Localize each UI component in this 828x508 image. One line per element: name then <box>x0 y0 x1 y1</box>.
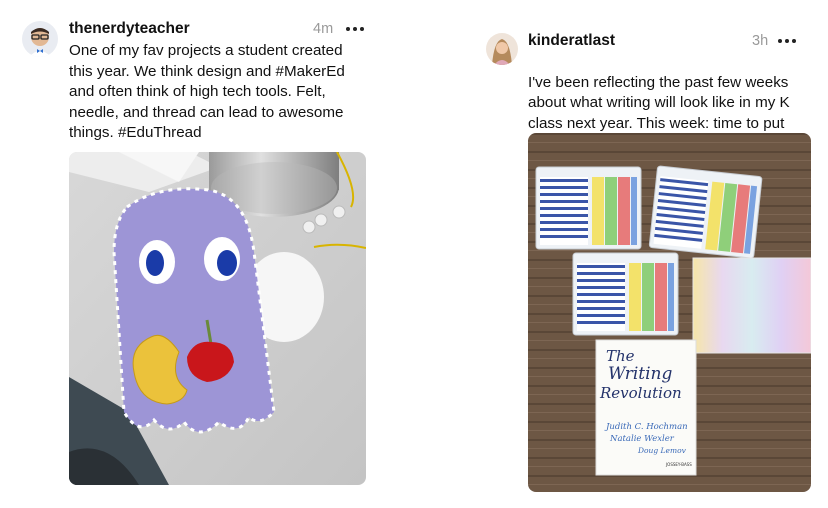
post-image-felt-ghost[interactable] <box>69 152 366 485</box>
post-text: One of my fav projects a student created… <box>69 42 345 142</box>
book-publisher: JOSSEY-BASS <box>665 462 692 467</box>
timestamp[interactable]: 4m <box>313 19 333 39</box>
username[interactable]: kinderatlast <box>528 31 615 51</box>
avatar[interactable] <box>22 21 58 57</box>
book-title-2: Writing <box>608 364 672 384</box>
avatar[interactable] <box>486 33 518 65</box>
more-horizontal-icon[interactable] <box>778 31 796 51</box>
more-horizontal-icon[interactable] <box>346 19 364 39</box>
book-title-1: The <box>606 347 635 365</box>
book-author-1: Judith C. Hochman <box>604 422 688 432</box>
username[interactable]: thenerdyteacher <box>69 19 190 39</box>
timestamp[interactable]: 3h <box>752 31 768 51</box>
post-thenerdyteacher: thenerdyteacher 4m One of my fav project… <box>0 0 414 508</box>
book-author-2: Natalie Wexler <box>609 434 675 444</box>
book-foreword: Doug Lemov <box>637 446 687 455</box>
book-title-3: Revolution <box>599 384 682 402</box>
post-kinderatlast: kinderatlast 3h I've been reflecting the… <box>414 0 828 508</box>
post-image-writing-supplies[interactable]: The Writing Revolution Judith C. Hochman… <box>528 133 811 492</box>
